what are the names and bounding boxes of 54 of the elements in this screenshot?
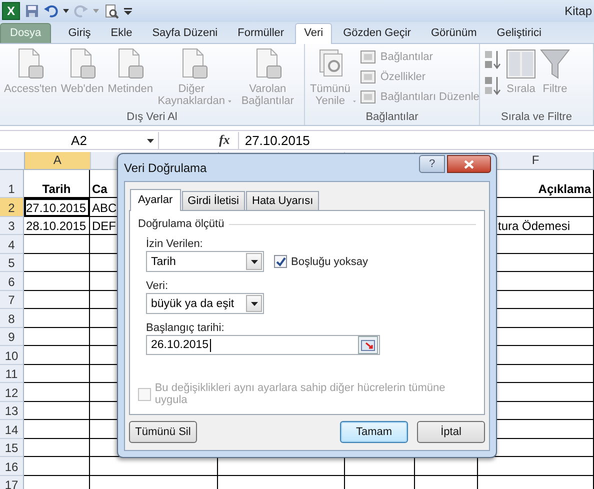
row-header[interactable]: 17 (0, 476, 24, 489)
help-button[interactable]: ? (419, 155, 445, 173)
section-title: Doğrulama ölçütü (138, 218, 224, 230)
field-label: Veri: (146, 280, 170, 292)
dialog-tab[interactable]: Ayarlar (130, 189, 181, 211)
start-date-field[interactable]: 26.10.2015 (146, 335, 380, 355)
field-label: İzin Verilen: (146, 238, 204, 250)
row-header[interactable]: 15 (0, 438, 24, 457)
field-label: Başlangıç tarihi: (146, 322, 226, 334)
row-header[interactable]: 11 (0, 364, 24, 383)
window-title: Kitap (564, 4, 592, 18)
dialog-button[interactable]: Tümünü Sil (129, 421, 197, 443)
insert-function-button[interactable]: fx (159, 132, 238, 148)
name-box[interactable]: A2 (0, 132, 159, 148)
row-header[interactable]: 10 (0, 346, 24, 364)
column-header[interactable]: A (24, 152, 91, 169)
row-header[interactable]: 13 (0, 402, 24, 420)
group-label: Bağlantılar (364, 111, 420, 125)
checkbox-label: Bu değişiklikleri aynı ayarlara sahip diğer hücrelerin tümüne uygula (154, 382, 446, 406)
data-dropdown[interactable]: büyük ya da eşit (146, 293, 264, 314)
row-header[interactable]: 12 (0, 383, 24, 402)
dialog-title: Veri Doğrulama (124, 160, 207, 174)
row-header[interactable]: 14 (0, 420, 24, 438)
row-header[interactable]: 16 (0, 457, 24, 476)
row-header[interactable]: 2 (0, 198, 24, 216)
row-header[interactable]: 8 (0, 309, 24, 328)
checkbox-label: Boşluğu yoksay (291, 256, 368, 268)
row-header[interactable]: 3 (0, 216, 24, 235)
ribbon-tab[interactable]: Sayfa Düzeni (143, 23, 227, 43)
ribbon-tab[interactable]: Formüller (228, 23, 294, 43)
allow-dropdown[interactable]: Tarih (146, 251, 264, 272)
ribbon-tab[interactable]: Giriş (59, 23, 100, 43)
group-label: Dış Veri Al (126, 111, 178, 125)
table-cell[interactable]: 28.10.2015 (24, 216, 90, 235)
app-icon: X (2, 2, 20, 20)
ribbon-tab[interactable]: Geliştirici (488, 23, 550, 43)
ribbon-tab[interactable]: Gözden Geçir (334, 23, 420, 43)
ribbon-tab[interactable]: Görünüm (422, 23, 486, 43)
row-header[interactable]: 6 (0, 272, 24, 290)
table-cell[interactable]: 27.10.2015 (24, 198, 90, 216)
formula-input[interactable]: 27.10.2015 (238, 132, 594, 148)
dialog-button[interactable]: İptal (417, 421, 485, 443)
dialog-button[interactable]: Tamam (340, 421, 408, 443)
row-header[interactable]: 1 (0, 170, 24, 198)
ribbon-tab[interactable]: Veri (295, 23, 332, 44)
group-label: Sırala ve Filtre (500, 111, 573, 125)
dialog-tab[interactable]: Girdi İletisi (182, 191, 245, 210)
ribbon-tab[interactable]: Ekle (102, 23, 142, 43)
table-cell[interactable]: Tarih (24, 170, 90, 198)
row-header[interactable]: 4 (0, 235, 24, 254)
row-header[interactable]: 9 (0, 328, 24, 346)
row-header[interactable]: 7 (0, 290, 24, 309)
row-header[interactable]: 5 (0, 254, 24, 272)
dialog-tab[interactable]: Hata Uyarısı (246, 191, 320, 210)
